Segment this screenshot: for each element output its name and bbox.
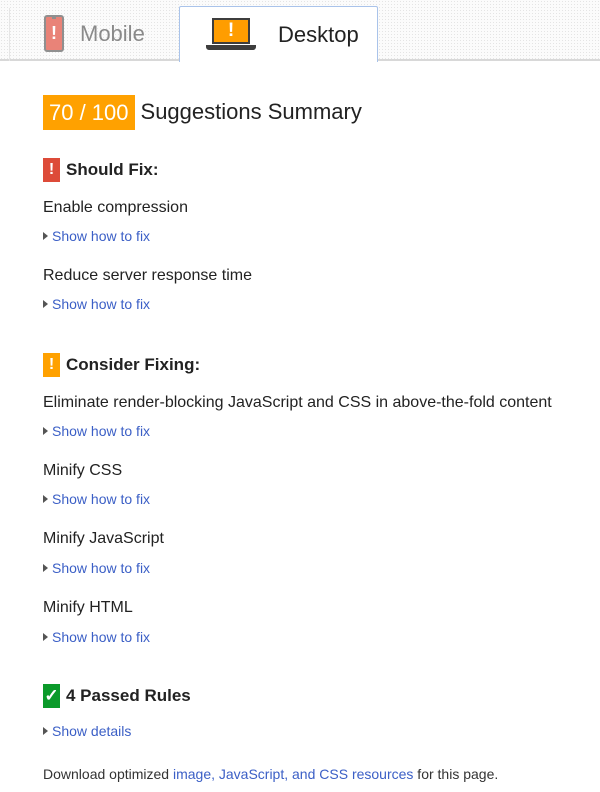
tab-desktop-label: Desktop [278,21,359,47]
mobile-phone-warning-icon: ! [44,15,64,52]
score-badge: 70 / 100 [43,94,135,130]
laptop-warning-icon: ! [206,17,256,52]
warning-red-icon: ! [43,158,60,182]
rule-title: Minify JavaScript [43,530,164,547]
rule-title: Reduce server response time [43,267,252,284]
expand-triangle-icon [43,495,48,503]
expand-triangle-icon [43,564,48,572]
download-optimized-note: Download optimized image, JavaScript, an… [43,766,499,782]
download-resources-link[interactable]: image, JavaScript, and CSS resources [173,766,413,782]
should-fix-heading: ! Should Fix: [43,158,159,182]
consider-fixing-label: Consider Fixing: [66,355,201,374]
passed-rules-label: 4 Passed Rules [66,686,191,705]
tab-desktop[interactable]: ! Desktop [179,6,378,62]
device-tab-bar: ! Mobile ! Desktop [0,0,600,62]
expand-triangle-icon [43,232,48,240]
expand-triangle-icon [43,727,48,735]
rule-title: Minify HTML [43,599,133,616]
warning-orange-icon: ! [43,353,60,377]
show-details-link[interactable]: Show details [43,723,131,739]
show-how-to-fix-link[interactable]: Show how to fix [43,296,150,312]
rule-title: Enable compression [43,199,188,216]
show-how-to-fix-link[interactable]: Show how to fix [43,423,150,439]
summary-title: Suggestions Summary [140,99,362,124]
show-how-to-fix-link[interactable]: Show how to fix [43,560,150,576]
consider-fixing-heading: ! Consider Fixing: [43,353,200,377]
expand-triangle-icon [43,427,48,435]
show-how-to-fix-link[interactable]: Show how to fix [43,228,150,244]
passed-rules-heading: ✓ 4 Passed Rules [43,684,191,708]
expand-triangle-icon [43,633,48,641]
tab-mobile[interactable]: ! Mobile [10,6,178,61]
rule-title: Eliminate render-blocking JavaScript and… [43,394,552,411]
show-how-to-fix-link[interactable]: Show how to fix [43,491,150,507]
score-summary: 70 / 100 Suggestions Summary [43,94,362,130]
rule-title: Minify CSS [43,462,123,479]
checkmark-icon: ✓ [43,684,60,708]
tab-mobile-label: Mobile [80,20,145,46]
show-how-to-fix-link[interactable]: Show how to fix [43,629,150,645]
expand-triangle-icon [43,300,48,308]
should-fix-label: Should Fix: [66,160,159,179]
